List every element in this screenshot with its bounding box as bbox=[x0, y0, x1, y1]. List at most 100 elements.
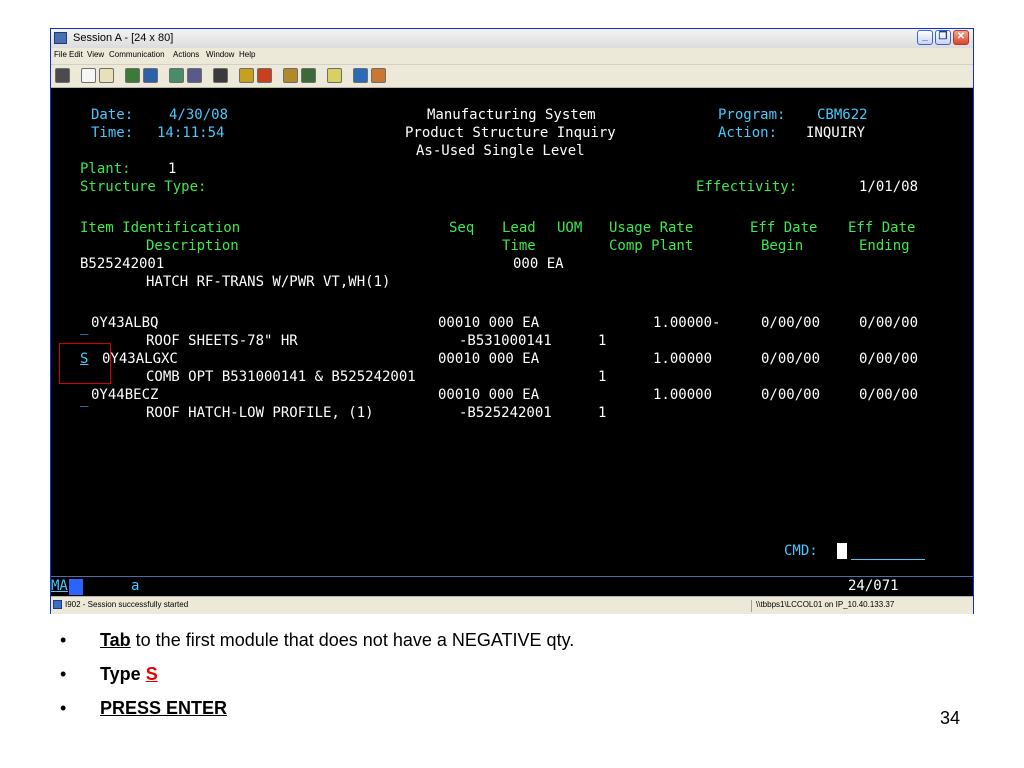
display-icon[interactable] bbox=[169, 68, 184, 83]
plant-value: 1 bbox=[168, 161, 177, 177]
header-time: Time bbox=[502, 238, 536, 254]
header-eff-date-begin: Eff Date bbox=[750, 220, 818, 236]
instruction-3-text: PRESS ENTER bbox=[100, 698, 228, 718]
level-title: As-Used Single Level bbox=[416, 143, 585, 159]
minimize-button[interactable]: _ bbox=[917, 30, 933, 45]
map-icon[interactable] bbox=[213, 68, 228, 83]
row2-eff-begin: 0/00/00 bbox=[761, 351, 821, 367]
row1-eff-begin: 0/00/00 bbox=[761, 315, 821, 331]
oia-indicator bbox=[69, 579, 83, 595]
bullet-2: • bbox=[60, 664, 67, 684]
cursor-position: 24/071 bbox=[848, 578, 899, 594]
session-status-icon bbox=[53, 600, 62, 609]
row2-usage: 1.00000 bbox=[653, 351, 713, 367]
menu-communication[interactable]: Communication bbox=[109, 50, 165, 59]
keypad-icon[interactable] bbox=[187, 68, 202, 83]
header-begin: Begin bbox=[761, 238, 804, 254]
row2-item: 0Y43ALGXC bbox=[102, 351, 178, 367]
row3-description: ROOF HATCH-LOW PROFILE, (1) bbox=[146, 405, 374, 421]
copy-icon[interactable] bbox=[81, 68, 96, 83]
stop-macro-icon[interactable] bbox=[257, 68, 272, 83]
menu-help[interactable]: Help bbox=[239, 50, 255, 59]
cmd-label: CMD: bbox=[784, 543, 818, 559]
row1-ref: -B531000141 bbox=[459, 333, 552, 349]
action-value: INQUIRY bbox=[806, 125, 866, 141]
window-title: Session A - [24 x 80] bbox=[73, 32, 174, 44]
header-comp-plant: Comp Plant bbox=[609, 238, 694, 254]
status-connection: \\tbbps1\LCCOL01 on IP_10.40.133.37 bbox=[751, 600, 976, 612]
s-key-text: S bbox=[145, 664, 158, 684]
paste-icon[interactable] bbox=[99, 68, 114, 83]
header-seq: Seq bbox=[449, 220, 475, 236]
parent-lead-uom: 000 EA bbox=[513, 256, 564, 272]
action-label: Action: bbox=[718, 125, 778, 141]
effectivity-label: Effectivity: bbox=[696, 179, 798, 195]
system-title: Manufacturing System bbox=[427, 107, 596, 123]
oia-mode: MA bbox=[51, 578, 68, 594]
effectivity-value: 1/01/08 bbox=[859, 179, 919, 195]
row2-description: COMB OPT B531000141 & B525242001 bbox=[146, 369, 416, 385]
play-macro-icon[interactable] bbox=[283, 68, 298, 83]
row2-eff-end: 0/00/00 bbox=[859, 351, 919, 367]
date-label: Date: bbox=[91, 107, 134, 123]
bullet-3: • bbox=[60, 698, 67, 718]
receive-icon[interactable] bbox=[143, 68, 158, 83]
status-bar: I902 - Session successfully started \\tb… bbox=[51, 596, 973, 614]
toolbar bbox=[51, 65, 973, 88]
row1-selector-input[interactable]: _ bbox=[80, 318, 88, 336]
close-button[interactable]: ✕ bbox=[953, 30, 969, 45]
time-label: Time: bbox=[91, 125, 134, 141]
row1-usage: 1.00000- bbox=[653, 315, 721, 331]
header-usage-rate: Usage Rate bbox=[609, 220, 694, 236]
terminal-screen[interactable]: Date: 4/30/08 Time: 14:11:54 Manufacturi… bbox=[51, 88, 973, 595]
cmd-input[interactable] bbox=[851, 559, 925, 560]
menu-actions[interactable]: Actions bbox=[173, 50, 199, 59]
bullet-1: • bbox=[60, 630, 67, 650]
menu-bar: File Edit View Communication Actions Win… bbox=[51, 48, 973, 65]
menu-view[interactable]: View bbox=[87, 50, 104, 59]
header-lead: Lead bbox=[502, 220, 536, 236]
print-screen-icon[interactable] bbox=[55, 68, 70, 83]
page-number: 34 bbox=[940, 708, 961, 728]
emulator-window: Session A - [24 x 80] _ ❐ ✕ File Edit Vi… bbox=[50, 28, 974, 614]
operator-info-area: MA a 24/071 bbox=[51, 576, 973, 596]
row1-description: ROOF SHEETS-78" HR bbox=[146, 333, 298, 349]
restore-button[interactable]: ❐ bbox=[935, 30, 951, 45]
plant-label: Plant: bbox=[80, 161, 131, 177]
pencil-icon[interactable] bbox=[371, 68, 386, 83]
app-icon bbox=[54, 32, 67, 44]
title-bar[interactable]: Session A - [24 x 80] _ ❐ ✕ bbox=[51, 29, 973, 49]
help-icon[interactable] bbox=[327, 68, 342, 83]
menu-window[interactable]: Window bbox=[206, 50, 234, 59]
row3-usage: 1.00000 bbox=[653, 387, 713, 403]
row1-comp-plant: 1 bbox=[598, 333, 607, 349]
row2-comp-plant: 1 bbox=[598, 369, 607, 385]
menu-edit[interactable]: Edit bbox=[69, 50, 83, 59]
row3-comp-plant: 1 bbox=[598, 405, 607, 421]
instruction-2-text: Type bbox=[100, 664, 146, 684]
instruction-1-text: to the first module that does not have a… bbox=[130, 630, 575, 650]
row3-item: 0Y44BECZ bbox=[91, 387, 159, 403]
send-icon[interactable] bbox=[125, 68, 140, 83]
header-uom: UOM bbox=[557, 220, 583, 236]
status-message: I902 - Session successfully started bbox=[65, 600, 189, 609]
record-macro-icon[interactable] bbox=[239, 68, 254, 83]
header-item-identification: Item Identification bbox=[80, 220, 241, 236]
oia-input: a bbox=[131, 578, 140, 594]
header-eff-date-end: Eff Date bbox=[848, 220, 916, 236]
row2-seq-lead-uom: 00010 000 EA bbox=[438, 351, 540, 367]
program-value: CBM622 bbox=[817, 107, 868, 123]
row3-seq-lead-uom: 00010 000 EA bbox=[438, 387, 540, 403]
customize-icon[interactable] bbox=[301, 68, 316, 83]
inquiry-title: Product Structure Inquiry bbox=[405, 125, 616, 141]
row3-eff-end: 0/00/00 bbox=[859, 387, 919, 403]
text-cursor bbox=[837, 543, 847, 559]
row3-selector-input[interactable]: _ bbox=[80, 390, 88, 408]
structure-type-label: Structure Type: bbox=[80, 179, 207, 195]
row1-eff-end: 0/00/00 bbox=[859, 315, 919, 331]
menu-file[interactable]: File bbox=[54, 50, 67, 59]
header-description: Description bbox=[146, 238, 239, 254]
time-value: 14:11:54 bbox=[157, 125, 225, 141]
about-icon[interactable] bbox=[353, 68, 368, 83]
row2-selector-input[interactable]: S bbox=[80, 350, 88, 368]
